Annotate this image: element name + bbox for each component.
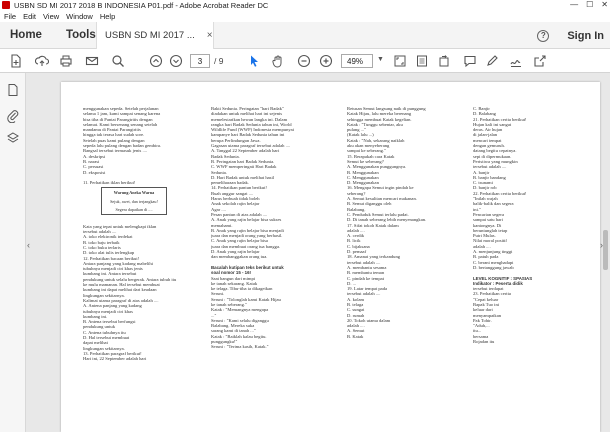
zoom-out-icon[interactable] xyxy=(296,53,312,69)
left-sidebar xyxy=(0,73,26,432)
zoom-level-input[interactable]: 49% xyxy=(341,54,373,68)
vertical-scrollbar-thumb[interactable] xyxy=(603,230,608,270)
iklan-title: Warung Aneka Warna xyxy=(113,190,155,196)
minimize-button[interactable]: — xyxy=(570,0,578,9)
toolbar: 3 / 9 49% ▼ xyxy=(0,49,610,73)
page-view-icon[interactable] xyxy=(414,53,430,69)
attachments-icon[interactable] xyxy=(6,109,20,123)
iklan-line2: Segera dapatkan di .... xyxy=(115,207,153,213)
print-icon[interactable] xyxy=(58,53,74,69)
pdf-page: menggunakan sepeda. Setelah perjalanan se… xyxy=(61,82,600,432)
fit-page-icon[interactable] xyxy=(392,53,408,69)
sidebar-expand-icon[interactable]: ‹ xyxy=(27,240,30,250)
share-icon[interactable] xyxy=(532,53,548,69)
page-total-label: / 9 xyxy=(214,56,224,66)
text-line: B. Katak xyxy=(347,333,364,339)
menu-window[interactable]: Window xyxy=(66,12,93,21)
page-column-3: Retusan Semut langsung naik di punggung K… xyxy=(347,106,467,339)
close-button[interactable]: ✕ xyxy=(601,0,608,9)
search-icon[interactable] xyxy=(110,53,126,69)
highlight-pen-icon[interactable] xyxy=(484,53,500,69)
text-line: 11. Perhatikan iklan berikut! xyxy=(83,180,136,186)
create-pdf-icon[interactable] xyxy=(8,53,24,69)
window-title: USBN SD MI 2017 2018 B INDONESIA P01.pdf… xyxy=(14,0,269,10)
document-tab[interactable]: USBN SD MI 2017 ... × xyxy=(96,22,214,49)
upload-icon[interactable] xyxy=(34,53,50,69)
next-page-icon[interactable] xyxy=(168,53,184,69)
nav-home-tab[interactable]: Home xyxy=(10,29,42,41)
text-line: Rojadan itu xyxy=(473,339,495,345)
nav-bar: Home Tools USBN SD MI 2017 ... × ? Sign … xyxy=(0,22,610,49)
maximize-button[interactable]: ☐ xyxy=(586,0,593,9)
sign-in-button[interactable]: Sign In xyxy=(567,30,604,42)
text-line: Hari ini, 22 September adalah hari xyxy=(83,356,147,362)
email-icon[interactable] xyxy=(84,53,100,69)
title-bar: USBN SD MI 2017 2018 B INDONESIA P01.pdf… xyxy=(0,0,610,10)
select-cursor-icon[interactable] xyxy=(246,53,262,69)
document-tab-close-icon[interactable]: × xyxy=(207,30,213,41)
menu-bar: File Edit View Window Help xyxy=(0,10,610,22)
iklan-line1: Sejuk, awet, dan terjangkau! xyxy=(110,198,158,204)
nav-tools-tab[interactable]: Tools xyxy=(66,29,96,41)
iklan-image-box: Warung Aneka Warna Sejuk, awet, dan terja… xyxy=(101,187,167,216)
help-icon[interactable]: ? xyxy=(537,29,550,42)
comment-icon[interactable] xyxy=(462,53,478,69)
page-number-input[interactable]: 3 xyxy=(190,54,210,68)
menu-help[interactable]: Help xyxy=(100,12,115,21)
page-thumbnails-icon[interactable] xyxy=(6,83,20,97)
hand-tool-icon[interactable] xyxy=(270,53,286,69)
acrobat-app-icon xyxy=(2,1,10,9)
zoom-in-icon[interactable] xyxy=(318,53,334,69)
fill-sign-icon[interactable] xyxy=(508,53,524,69)
previous-page-icon[interactable] xyxy=(148,53,164,69)
page-column-2: Bakti Sedunia. Peringatan "hari Badak" di… xyxy=(211,106,331,350)
text-line: Seruni : "Terima kasih, Katak." xyxy=(211,344,269,350)
menu-edit[interactable]: Edit xyxy=(23,12,36,21)
document-tab-label: USBN SD MI 2017 ... xyxy=(105,30,195,41)
rotate-icon[interactable] xyxy=(436,53,452,69)
window-controls: — ☐ ✕ xyxy=(570,0,608,9)
zoom-dropdown-chevron-icon[interactable]: ▼ xyxy=(377,56,384,63)
menu-file[interactable]: File xyxy=(4,12,16,21)
page-column-1: menggunakan sepeda. Setelah perjalanan se… xyxy=(83,106,203,361)
menu-view[interactable]: View xyxy=(43,12,59,21)
page-column-4: C. Banjir D. Balabang 21. Perhatikan cerit… xyxy=(473,106,593,344)
layers-icon[interactable] xyxy=(6,131,20,145)
